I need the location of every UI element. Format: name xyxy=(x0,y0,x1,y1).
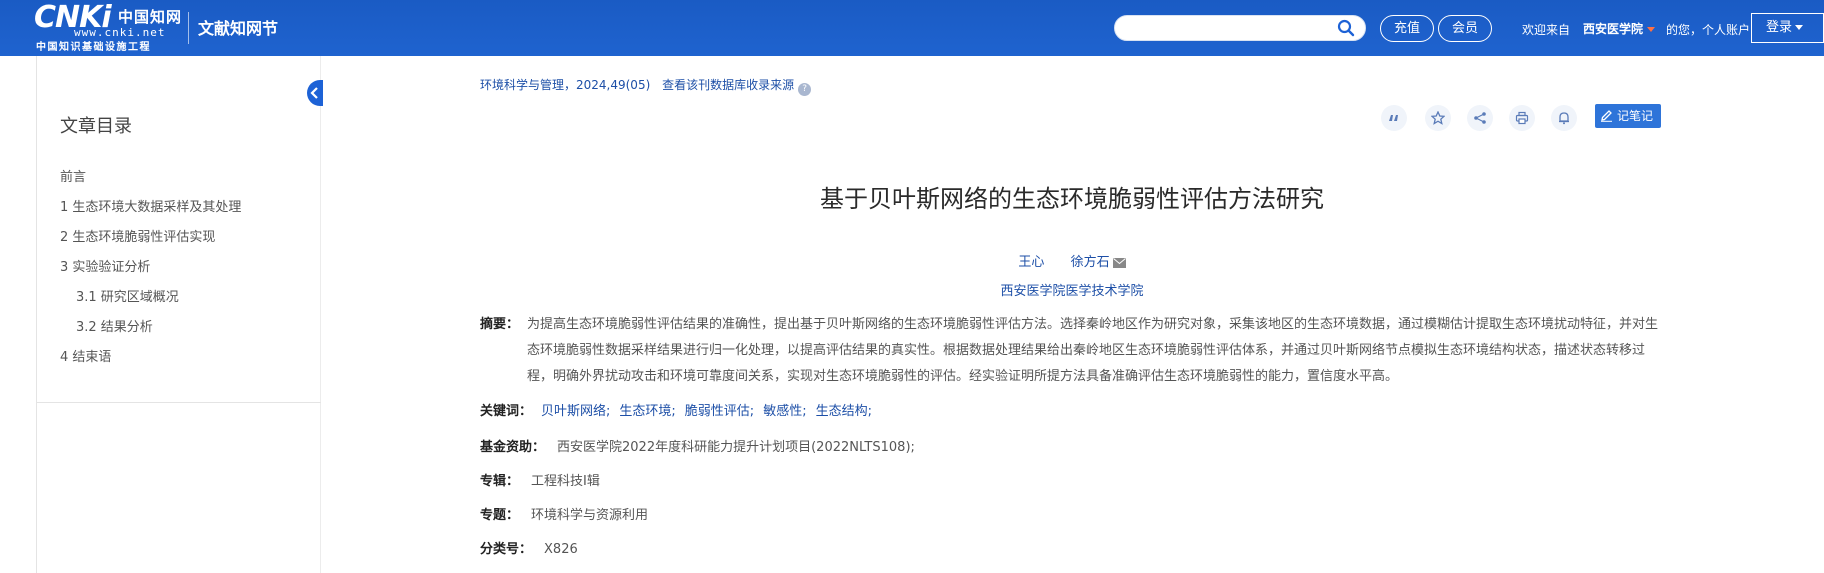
toc-subitem[interactable]: 3.1 研究区域概况 xyxy=(60,288,241,318)
classification-value: X826 xyxy=(544,542,578,557)
toc-item[interactable]: 2 生态环境脆弱性评估实现 xyxy=(60,228,241,258)
organization-dropdown[interactable]: 西安医学院 xyxy=(1583,20,1656,37)
fund-label: 基金资助： xyxy=(480,440,546,455)
pencil-icon xyxy=(1601,110,1612,122)
affiliation-link[interactable]: 西安医学院医学技术学院 xyxy=(480,280,1664,299)
site-name[interactable]: 文献知网节 xyxy=(198,15,278,39)
chevron-left-icon xyxy=(310,87,318,99)
chevron-down-icon xyxy=(1647,27,1656,32)
share-icon[interactable] xyxy=(1467,105,1493,131)
toc-item[interactable]: 前言 xyxy=(60,168,241,198)
sidebar-divider xyxy=(36,402,321,403)
search-box[interactable] xyxy=(1114,15,1366,41)
welcome-text: 欢迎来自 xyxy=(1522,23,1571,37)
login-label: 登录 xyxy=(1766,20,1793,35)
keyword-link[interactable]: 生态环境; xyxy=(619,404,675,419)
greeting-text: 的您，个人账户 xyxy=(1666,23,1751,37)
mail-icon[interactable] xyxy=(1112,258,1126,268)
abstract-label: 摘要： xyxy=(480,317,520,332)
zhuanti-label: 专题： xyxy=(480,508,520,523)
zhuanti-value: 环境科学与资源利用 xyxy=(531,508,649,523)
zhuanji-value: 工程科技Ⅰ辑 xyxy=(531,474,600,489)
search-icon[interactable] xyxy=(1337,19,1355,37)
keyword-link[interactable]: 生态结构; xyxy=(816,404,872,419)
abstract: 摘要： 为提高生态环境脆弱性评估结果的准确性，提出基于贝叶斯网络的生态环境脆弱性… xyxy=(480,312,1664,390)
keyword-link[interactable]: 脆弱性评估; xyxy=(685,404,754,419)
author-link[interactable]: 徐方石 xyxy=(1071,251,1126,270)
classification-label: 分类号： xyxy=(480,542,533,557)
chevron-down-icon xyxy=(1795,25,1804,30)
take-note-button[interactable]: 记笔记 xyxy=(1595,104,1661,128)
logo-slogan: 中国知识基础设施工程 xyxy=(36,42,151,53)
journal-source-link[interactable]: 环境科学与管理，2024,49(05) xyxy=(480,78,650,92)
zhuanji-row: 专辑： 工程科技Ⅰ辑 xyxy=(480,470,600,489)
fund-value: 西安医学院2022年度科研能力提升计划项目(2022NLTS108); xyxy=(557,440,915,455)
keyword-link[interactable]: 敏感性; xyxy=(763,404,806,419)
keywords-row: 关键词： 贝叶斯网络; 生态环境; 脆弱性评估; 敏感性; 生态结构; xyxy=(480,400,872,419)
member-button[interactable]: 会员 xyxy=(1438,15,1492,42)
login-button[interactable]: 登录 xyxy=(1751,13,1824,43)
print-icon[interactable] xyxy=(1509,105,1535,131)
keywords-label: 关键词： xyxy=(480,404,533,419)
author-link[interactable]: 王心 xyxy=(1018,251,1044,270)
fund-row: 基金资助： 西安医学院2022年度科研能力提升计划项目(2022NLTS108); xyxy=(480,436,915,455)
toc-subitem[interactable]: 3.2 结果分析 xyxy=(60,318,241,348)
toc-title: 文章目录 xyxy=(60,116,132,137)
author-name: 徐方石 xyxy=(1070,255,1110,270)
toc-list: 前言 1 生态环境大数据采样及其处理 2 生态环境脆弱性评估实现 3 实验验证分… xyxy=(60,168,241,378)
logo-cn-name: 中国知网 xyxy=(118,8,183,26)
article-title: 基于贝叶斯网络的生态环境脆弱性评估方法研究 xyxy=(820,185,1324,213)
zhuanji-label: 专辑： xyxy=(480,474,520,489)
star-icon[interactable] xyxy=(1425,105,1451,131)
recharge-button[interactable]: 充值 xyxy=(1380,15,1434,42)
note-label: 记笔记 xyxy=(1617,109,1654,123)
abstract-text: 为提高生态环境脆弱性评估结果的准确性，提出基于贝叶斯网络的生态环境脆弱性评估方法… xyxy=(527,317,1659,384)
top-header: CNKi 中国知网 www.cnki.net 中国知识基础设施工程 文献知网节 … xyxy=(0,0,1824,56)
toc-item[interactable]: 1 生态环境大数据采样及其处理 xyxy=(60,198,241,228)
author-list: 王心 徐方石 xyxy=(480,251,1664,270)
zhuanti-row: 专题： 环境科学与资源利用 xyxy=(480,504,648,523)
help-icon[interactable]: ? xyxy=(798,83,812,96)
source-line: 环境科学与管理，2024,49(05) 查看该刊数据库收录来源? xyxy=(480,76,812,96)
database-source-link[interactable]: 查看该刊数据库收录来源 xyxy=(662,78,794,92)
toc-item[interactable]: 4 结束语 xyxy=(60,348,241,378)
organization-name: 西安医学院 xyxy=(1583,22,1644,36)
toc-item[interactable]: 3 实验验证分析 xyxy=(60,258,241,288)
cnki-logo[interactable]: CNKi 中国知网 www.cnki.net 中国知识基础设施工程 xyxy=(34,3,184,54)
classification-row: 分类号： X826 xyxy=(480,538,578,557)
logo-divider xyxy=(188,12,189,44)
quote-icon[interactable] xyxy=(1381,105,1407,131)
keyword-link[interactable]: 贝叶斯网络; xyxy=(541,404,610,419)
bell-icon[interactable] xyxy=(1551,105,1577,131)
search-input[interactable] xyxy=(1127,19,1327,37)
